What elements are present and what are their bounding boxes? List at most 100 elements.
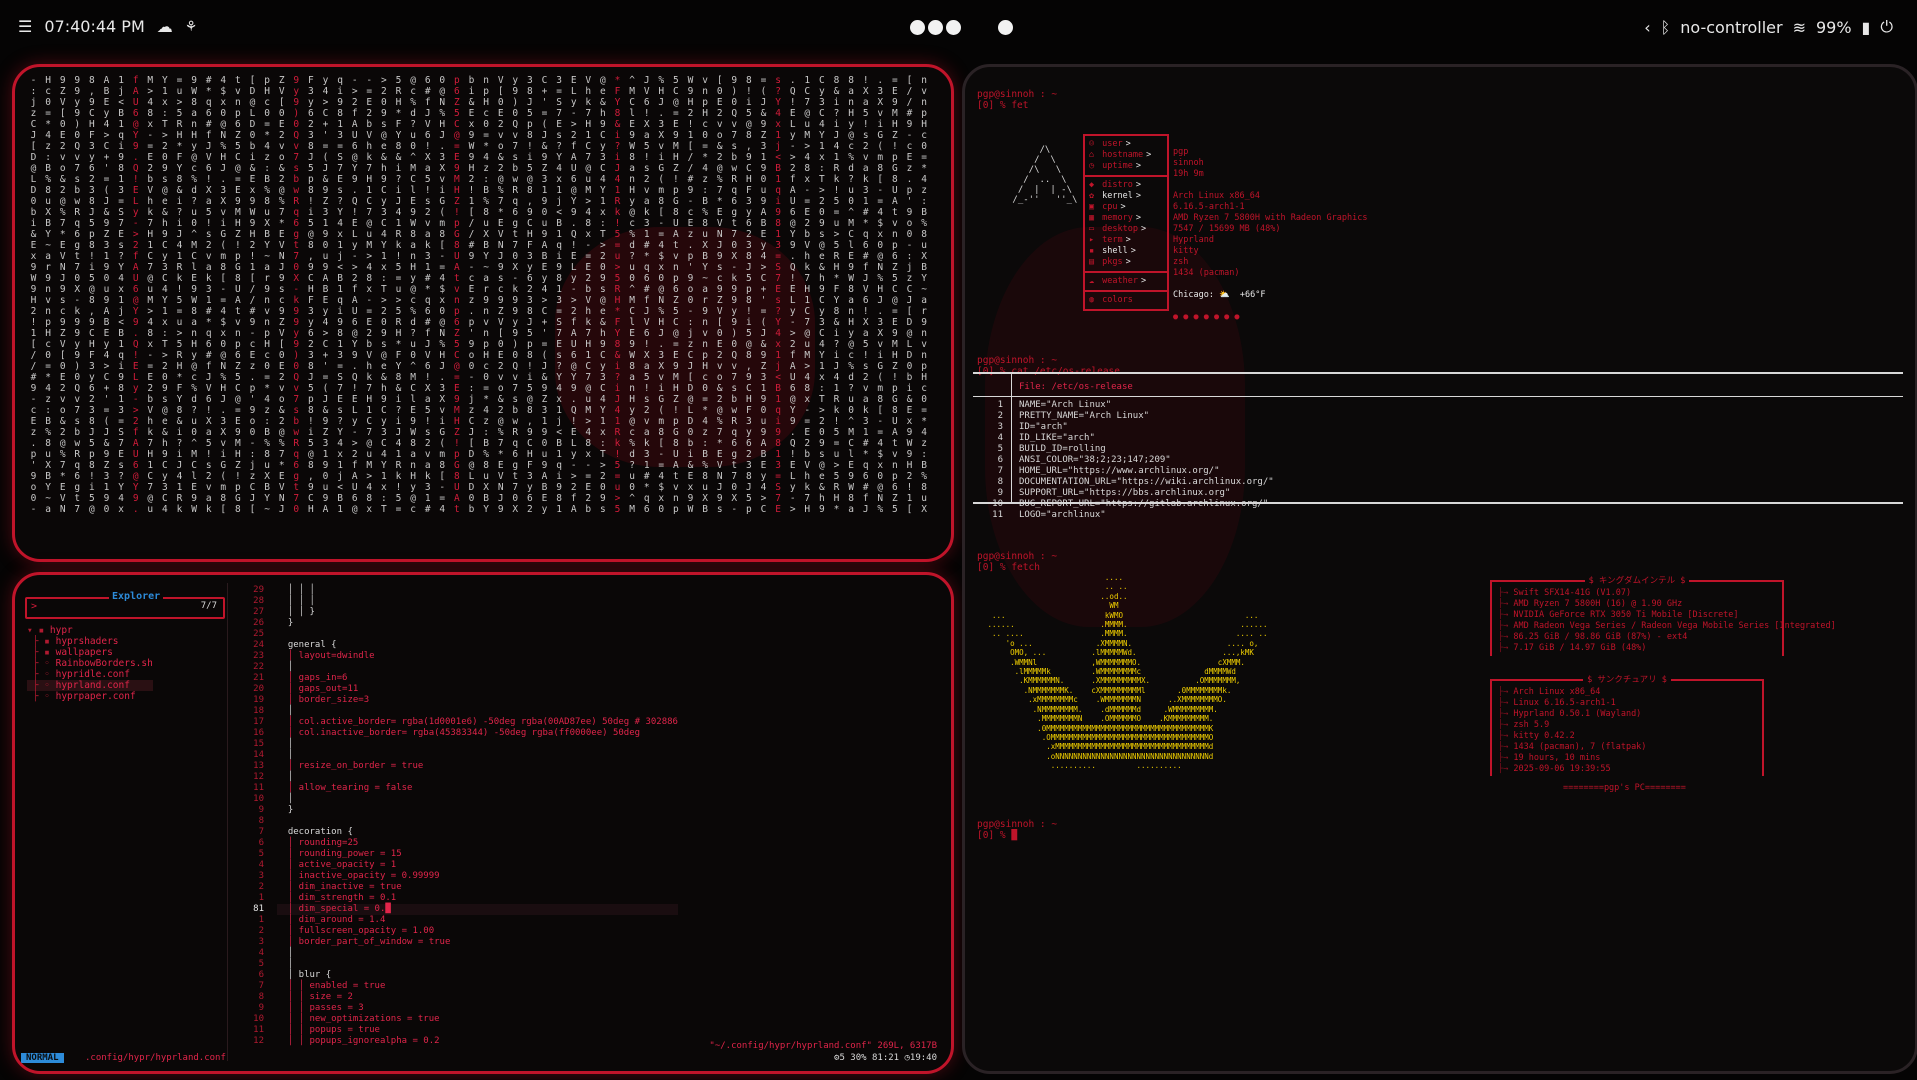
matrix-column: . 3 X v i G ( m 8 [ - = 4 $ x 0 @ N % H …	[877, 75, 884, 515]
mode-indicator: NORMAL	[21, 1053, 64, 1063]
os-line: BUG_REPORT_URL="https://gitlab.archlinux…	[1019, 499, 1269, 509]
panel-line-text: Linux 6.16.5-arch1-1	[1508, 698, 1616, 708]
matrix-rain-window[interactable]: - : j z C J [ D @ L D 0 b i & E x 9 W 9 …	[12, 64, 954, 562]
prompt-line-2: pgp@sinnoh : ~	[977, 355, 1058, 366]
line-number: 2	[258, 882, 264, 892]
os-line-number: 8	[997, 477, 1003, 487]
prompt-line-1: pgp@sinnoh : ~	[977, 89, 1058, 100]
matrix-column: y 9 ) 0 Q v 7 s b w R q 6 g t 7 0 X - k …	[512, 75, 519, 515]
panel-line: ├→ zsh 5.9	[1498, 720, 1646, 731]
matrix-column: - > 2 f A U 6 @ Y 9 . Q ! E L y - > 2 f …	[351, 75, 358, 515]
power-icon[interactable]: ⏻	[1880, 17, 1893, 37]
terminal-window[interactable]: pgp@sinnoh : ~ [0] % fet /\ / \ /\ \ / .…	[962, 64, 1917, 1074]
fetch-label-arrow: >	[1125, 235, 1131, 245]
os-release-viewer: File: /etc/os-release 1 2 3 4 5 6 7 8 9 10 11 NAME…	[973, 372, 1903, 520]
fetch-row-icon: ◍	[1089, 295, 1095, 305]
panel-line: ├→ 19 hours, 10 mins	[1498, 753, 1646, 764]
tree-item-icon: ├ ◦	[27, 680, 56, 691]
fetch-label-row: ☺ user >	[1089, 139, 1163, 150]
workspace-dot-3[interactable]	[946, 20, 961, 35]
matrix-column: n v n p H c 0 = * 4 z : B % 8 u X B Y ~ …	[921, 75, 927, 515]
command-fetch: [0] % fetch	[977, 562, 1040, 573]
code-line: decoration {	[277, 827, 353, 837]
fetch-label-row: ⌂ hostname >	[1089, 150, 1163, 161]
code-buffer[interactable]: │ │ │ │ │ │ │ │ } } general { │ layout=d…	[277, 585, 678, 1047]
fetch-label-box: ☺ user > ⌂ hostname > ◷ uptime > ◆ distro > ✿ k…	[1083, 134, 1169, 311]
os-separator	[1011, 374, 1012, 502]
os-line: SUPPORT_URL="https://bbs.archlinux.org"	[1019, 488, 1231, 498]
os-file-header: File: /etc/os-release	[1019, 382, 1133, 392]
code-line: general {	[277, 640, 337, 650]
matrix-column: Y 1 x : T > 2 0 9 s @ e & h 9 C y 3 C 4 …	[162, 75, 168, 515]
line-number: 28	[253, 596, 264, 606]
tree-item[interactable]: ├ ▪ hyprshaders	[27, 636, 153, 647]
controller-status[interactable]: no-controller	[1680, 18, 1782, 37]
bluetooth-icon[interactable]: ᛒ	[1661, 18, 1671, 37]
matrix-column: 9 y 9 ) 0 Q v 7 s b w R q 6 g t 7 0 X - …	[293, 75, 300, 515]
battery-level[interactable]: 99%	[1816, 18, 1852, 37]
fetch-row-icon: ◷	[1089, 161, 1095, 171]
line-number: 10	[253, 794, 264, 804]
matrix-column: 1 C 7 @ u M > 4 8 x - = E 2 b V h k 7 H …	[804, 75, 811, 515]
os-line: ID="arch"	[1019, 422, 1068, 432]
tree-item[interactable]: ├ ▪ wallpapers	[27, 647, 153, 658]
matrix-column: 9 Z V [ 0 E 2 v o & 2 @ % 7 * E V N J 9 …	[59, 75, 66, 515]
workspace-dot-2[interactable]	[928, 20, 943, 35]
workspace-dot-1[interactable]	[910, 20, 925, 35]
tree-item-label: hyprshaders	[55, 636, 119, 647]
matrix-column: 4 $ x 0 @ N % H J . 3 X v i G ( m 8 [ - …	[220, 75, 227, 515]
os-release-lines: NAME="Arch Linux" PRETTY_NAME="Arch Linux…	[1019, 400, 1274, 521]
fetch-row-icon: ◆	[1089, 180, 1095, 190]
software-panel: $ サンクチュアリ $ ├→ Arch Linux x86_64 ├→ Linux…	[1490, 675, 1764, 776]
matrix-column: V [ 0 E 2 v o & 2 @ % 7 * E V N J 9 s c …	[497, 75, 504, 515]
line-number: 6	[258, 838, 264, 848]
fetch-section-colors: ◍ colors	[1085, 292, 1167, 309]
panel-line-text: AMD Ryzen 7 5800H (16) @ 1.90 GHz	[1508, 599, 1683, 609]
code-line: │ │ │	[277, 596, 315, 606]
line-number: 22	[253, 662, 264, 672]
matrix-column: 8 , 9 C H F 3 y 6 2 3 8 J 5 p 8 ! i 5 @ …	[89, 75, 95, 515]
matrix-column: J V 6 ! X a 5 ! s 2 v a k 3 1 # * q 6 # …	[643, 75, 650, 515]
tree-item[interactable]: ├ ◦ hyprpaper.conf	[27, 691, 153, 702]
matrix-column: [ 0 E 2 v o & 2 @ % 7 * E V N J 9 s c 9 …	[716, 75, 723, 515]
fetch-value: 19h 9m	[1173, 169, 1204, 179]
matrix-column: 5 C @ = E 9 M H Z ! p G 8 U A t v n p 6 …	[673, 75, 679, 515]
editor-window[interactable]: > 7/7 Explorer ▾ ▪ hypr ├ ▪ hyprshaders …	[12, 572, 954, 1074]
line-number: 13	[253, 761, 264, 771]
line-number: 21	[253, 673, 264, 683]
panel-line-text: 1434 (pacman), 7 (flatpak)	[1508, 742, 1647, 752]
mic-icon[interactable]: ⚘	[185, 19, 198, 35]
fetch-label-row: ▦ memory >	[1089, 213, 1163, 224]
matrix-column: 3 8 J 5 p 8 ! i 5 @ 8 , 9 C H F 3 y 6 2 …	[527, 75, 533, 515]
tree-item[interactable]: ├ ◦ hypridle.conf	[27, 669, 153, 680]
fetch-row-icon: ☁	[1089, 276, 1095, 286]
tree-item[interactable]: ▾ ▪ hypr	[27, 625, 153, 636]
tree-item[interactable]: ├ ◦ hyprland.conf	[27, 680, 153, 691]
fetch-label-arrow: >	[1135, 161, 1141, 171]
tree-item[interactable]: ├ ◦ RainbowBorders.sh	[27, 658, 153, 669]
wifi-icon[interactable]: ≋	[1793, 18, 1806, 37]
panel-line-text: Hyprland 0.50.1 (Wayland)	[1508, 709, 1642, 719]
matrix-column: % H J . 3 X v i G ( m 8 [ - = 4 $ x 0 @ …	[658, 75, 665, 515]
fetch-label-arrow: >	[1146, 150, 1152, 160]
chevron-left-icon[interactable]: ‹	[1644, 18, 1650, 37]
fetch-value	[1173, 279, 1367, 290]
cloud-icon[interactable]: ☁	[157, 17, 173, 36]
os-line-number: 4	[997, 433, 1003, 443]
os-line: HOME_URL="https://www.archlinux.org/"	[1019, 466, 1220, 476]
panel-line: ├→ kitty 0.42.2	[1498, 731, 1646, 742]
settings-sliders-icon[interactable]: ☰	[18, 17, 32, 36]
line-number: 20	[253, 684, 264, 694]
fetch-label: weather	[1097, 276, 1138, 286]
code-line: │ rounding=25	[277, 838, 359, 848]
current-prompt[interactable]: [0] % █	[977, 830, 1017, 841]
panel-line: ├→ Linux 6.16.5-arch1-1	[1498, 698, 1646, 709]
explorer-title: Explorer	[109, 591, 164, 602]
panel-line: ├→ AMD Radeon Vega Series / Radeon Vega …	[1498, 621, 1836, 632]
os-line-number: 5	[997, 444, 1003, 454]
fetch-value: AMD Ryzen 7 5800H with Radeon Graphics	[1173, 213, 1368, 223]
fetch-label: desktop	[1097, 224, 1138, 234]
panel-line-text: Swift SFX14-41G (V1.07)	[1508, 588, 1632, 598]
workspace-dot-4[interactable]	[998, 20, 1013, 35]
